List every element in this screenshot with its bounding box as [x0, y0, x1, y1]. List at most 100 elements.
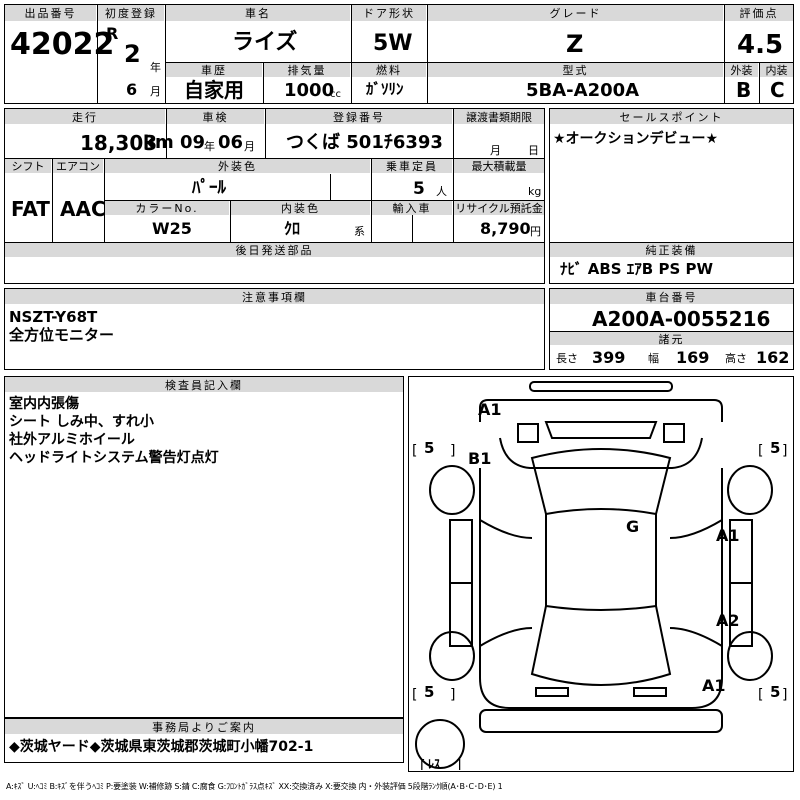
legend: A:ｷｽﾞ U:ﾍｺﾐ B:ｷｽﾞを伴うﾍｺﾐ P:要塗装 W:補修跡 S:錆 …	[6, 782, 503, 791]
inspector-line: シート しみ中、すれ小	[9, 414, 154, 430]
notes-label: 注意事項欄	[5, 289, 544, 304]
inspector-line: 社外アルミホイール	[9, 432, 135, 448]
history-value: 自家用	[184, 78, 244, 102]
tire-tread: 5	[424, 439, 435, 457]
specs-label: 諸元	[550, 332, 793, 346]
score-value: 4.5	[737, 30, 784, 60]
length-value: 399	[592, 348, 626, 367]
svg-text:[: [	[758, 687, 763, 703]
recycle-unit: 円	[530, 225, 541, 238]
office-value: ◆茨城ヤード◆茨城県東茨城郡茨城町小幡702-1	[9, 739, 314, 755]
later-parts-label: 後日発送部品	[5, 243, 544, 257]
office-label: 事務局よりご案内	[5, 719, 403, 734]
inspection-year-unit: 年	[204, 140, 215, 153]
damage-mark: A2	[716, 611, 740, 630]
mileage-unit: km	[143, 132, 174, 153]
recycle-value: 8,790	[480, 219, 531, 238]
damage-mark: A1	[702, 676, 726, 695]
height-value: 162	[756, 348, 790, 367]
import-label: 輸入車	[372, 201, 452, 215]
notes-line: NSZT-Y68T	[9, 308, 98, 326]
door-label: ドア形状	[352, 5, 426, 21]
door-value: 5W	[373, 31, 413, 56]
history-label: 車歴	[166, 63, 262, 77]
model-type-label: 型式	[428, 63, 723, 77]
inspection-label: 車検	[167, 109, 264, 124]
mileage-label: 走行	[5, 109, 165, 124]
ext-score-value: B	[736, 78, 752, 102]
first-reg-year: 2	[124, 40, 141, 68]
max-load-unit: kg	[528, 185, 542, 198]
car-name: ライズ	[232, 30, 298, 55]
inspection-month: 06	[218, 132, 244, 153]
grade-label: グレード	[428, 5, 723, 21]
first-reg-label: 初度登録	[98, 5, 164, 21]
svg-text:[: [	[412, 443, 417, 459]
svg-text:[: [	[420, 758, 425, 770]
first-reg-era: R	[106, 24, 119, 43]
genuine-value: ﾅﾋﾞ ABS ｴｱB PS PW	[560, 260, 714, 278]
color-no-label: カラーNo.	[105, 201, 229, 215]
height-label: 高さ	[725, 352, 747, 365]
max-load-label: 最大積載量	[454, 159, 544, 173]
width-value: 169	[676, 348, 710, 367]
int-score-label: 内装	[760, 63, 793, 77]
grade-value: Z	[566, 30, 584, 58]
tire-tread: 5	[770, 683, 781, 701]
svg-text:[: [	[758, 443, 763, 459]
genuine-label: 純正装備	[550, 243, 793, 257]
car-damage-diagram: [ ] [ ] [ ] [ ] [ ]	[412, 381, 787, 770]
svg-text:]: ]	[450, 687, 455, 703]
notes-line: 全方位モニター	[9, 326, 115, 344]
aircon-value: AAC	[60, 197, 106, 221]
shift-value: FAT	[11, 197, 50, 221]
width-label: 幅	[648, 352, 659, 365]
spare-tire-label: ﾚｽ	[428, 757, 441, 771]
ext-score-label: 外装	[725, 63, 758, 77]
tire-tread: 5	[424, 683, 435, 701]
inspector-label: 検査員記入欄	[5, 377, 403, 392]
damage-mark: A1	[478, 400, 502, 419]
capacity-unit: 人	[436, 185, 447, 198]
transfer-label: 譲渡書類期限	[454, 109, 544, 124]
transfer-month-unit: 月	[490, 144, 501, 157]
first-reg-year-unit: 年	[150, 61, 161, 74]
damage-mark: A1	[716, 526, 740, 545]
lot-number: 42022	[10, 27, 115, 62]
chassis-label: 車台番号	[550, 289, 793, 304]
recycle-label: リサイクル預託金	[454, 201, 544, 215]
ext-color-label: 外装色	[105, 159, 370, 173]
color-no-value: W25	[152, 219, 192, 238]
damage-mark: B1	[468, 449, 492, 468]
displacement-label: 排気量	[264, 63, 350, 77]
shift-label: シフト	[5, 159, 51, 173]
inspector-line: ヘッドライトシステム警告灯点灯	[9, 450, 219, 466]
inspector-line: 室内内張傷	[9, 396, 79, 412]
svg-text:]: ]	[782, 443, 787, 459]
plate-label: 登録番号	[266, 109, 452, 124]
sales-point-text: ★オークションデビュー★	[553, 131, 719, 147]
displacement-unit: cc	[330, 89, 341, 100]
damage-mark: G	[626, 517, 640, 536]
int-color-unit: 系	[354, 225, 365, 238]
int-score-value: C	[770, 78, 785, 102]
first-reg-month-unit: 月	[150, 85, 161, 98]
car-name-label: 車名	[166, 5, 350, 21]
int-color-value: ｸﾛ	[284, 219, 301, 238]
plate-value: つくば 501ﾁ6393	[286, 132, 443, 153]
transfer-day-unit: 日	[528, 144, 539, 157]
svg-text:]: ]	[450, 443, 455, 459]
int-color-label: 内装色	[231, 201, 370, 215]
first-reg-month: 6	[126, 80, 138, 99]
inspection-month-unit: 月	[244, 140, 255, 153]
displacement-value: 1000	[284, 80, 335, 101]
aircon-label: エアコン	[53, 159, 103, 173]
capacity-label: 乗車定員	[372, 159, 452, 173]
fuel-value: ｶﾞｿﾘﾝ	[366, 80, 404, 98]
capacity-value: 5	[413, 179, 425, 199]
svg-text:[: [	[412, 687, 417, 703]
tire-tread: 5	[770, 439, 781, 457]
length-label: 長さ	[556, 352, 578, 365]
sales-point-label: セールスポイント	[550, 109, 793, 124]
svg-text:]: ]	[782, 687, 787, 703]
